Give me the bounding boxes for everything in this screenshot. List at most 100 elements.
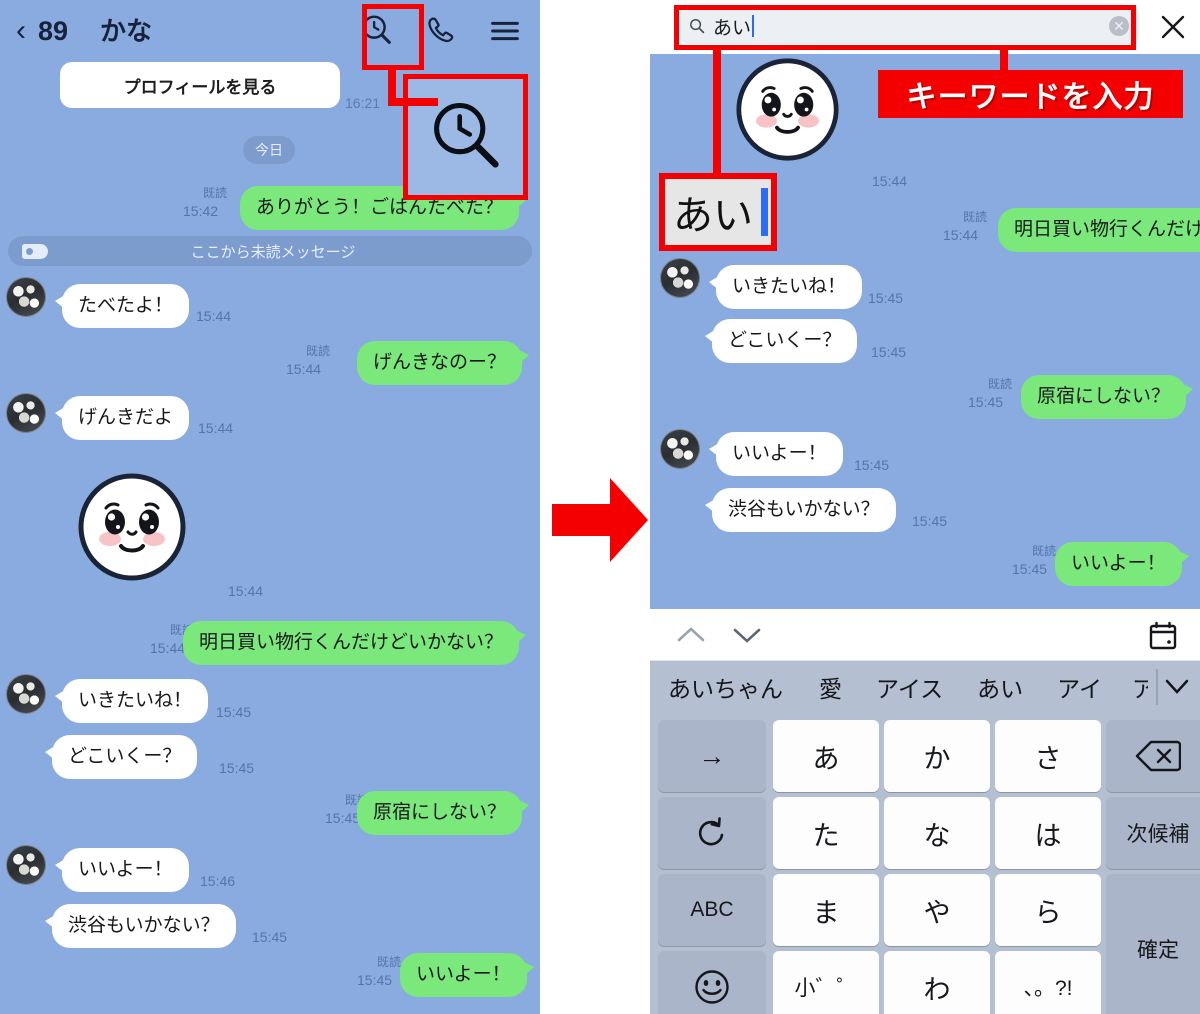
- message-bubble-incoming[interactable]: 渋谷もいかない？: [705, 488, 896, 532]
- message-timestamp: 15:45: [252, 929, 288, 945]
- message-bubble-incoming[interactable]: いきたいね！: [54, 679, 209, 723]
- abc-key[interactable]: ABC: [658, 874, 766, 946]
- message-timestamp: 15:45: [219, 760, 255, 776]
- key-ka[interactable]: か: [884, 720, 990, 792]
- profile-timestamp: 16:21: [345, 95, 381, 111]
- banner-connector: [1000, 48, 1008, 74]
- suggestion-item[interactable]: ア: [1132, 670, 1148, 704]
- right-arrow-icon: [552, 478, 648, 562]
- read-mark: 既読: [1031, 544, 1056, 558]
- back-chevron-icon[interactable]: ‹: [16, 14, 26, 48]
- undo-key[interactable]: [658, 797, 766, 869]
- message-timestamp: 15:45: [854, 457, 890, 473]
- chevron-up-icon[interactable]: [674, 623, 708, 647]
- smiling-face-sticker[interactable]: [77, 472, 187, 582]
- message-bubble-incoming[interactable]: たべたよ！: [54, 284, 190, 328]
- bookmark-tag-icon: [22, 243, 48, 259]
- message-bubble-incoming[interactable]: いいよー！: [55, 848, 189, 892]
- avatar[interactable]: [6, 674, 46, 714]
- avatar[interactable]: [660, 429, 700, 469]
- suggestion-item[interactable]: アイス: [876, 670, 943, 704]
- ime-keyboard: → あ か さ た な は 次候補 ABC ま や ら 確定 小゛゜ わ 、。?…: [650, 713, 1200, 1014]
- search-icon-zoom-callout: [403, 74, 528, 200]
- read-mark: 既読: [962, 210, 987, 224]
- message-bubble-outgoing[interactable]: 明日買い物行くんだけどいかない？: [998, 208, 1200, 252]
- next-candidate-key[interactable]: 次候補: [1106, 797, 1200, 869]
- message-timestamp: 15:45: [216, 704, 252, 720]
- message-bubble-outgoing[interactable]: 明日買い物行くんだけどいかない？: [183, 621, 527, 665]
- smiling-face-sticker[interactable]: [735, 57, 840, 162]
- unread-divider: ここから未読メッセージ: [8, 236, 532, 266]
- avatar[interactable]: [6, 845, 46, 885]
- key-a[interactable]: あ: [773, 720, 879, 792]
- key-ha[interactable]: は: [995, 797, 1101, 869]
- emoji-icon: [695, 970, 729, 1004]
- message-timestamp: 15:45: [912, 513, 948, 529]
- avatar[interactable]: [6, 393, 46, 433]
- message-bubble-outgoing[interactable]: いいよー！: [1055, 542, 1189, 586]
- read-mark: 既読: [305, 344, 330, 358]
- message-bubble-incoming[interactable]: いきたいね！: [708, 265, 863, 309]
- key-small-dakuten[interactable]: 小゛゜: [773, 951, 879, 1014]
- search-history-icon-zoomed: [433, 102, 499, 168]
- hamburger-menu-icon[interactable]: [486, 12, 524, 50]
- message-timestamp: 15:44: [943, 227, 979, 243]
- suggestion-item[interactable]: アイ: [1057, 670, 1102, 704]
- message-timestamp: 15:44: [286, 361, 322, 377]
- chevron-down-icon[interactable]: [1162, 673, 1192, 699]
- key-na[interactable]: な: [884, 797, 990, 869]
- read-mark: 既読: [202, 186, 227, 200]
- message-timestamp: 15:45: [968, 394, 1004, 410]
- avatar[interactable]: [660, 258, 700, 298]
- key-ta[interactable]: た: [773, 797, 879, 869]
- key-wa[interactable]: わ: [884, 951, 990, 1014]
- suggestion-item[interactable]: 愛: [819, 670, 842, 704]
- key-punctuation[interactable]: 、。?!: [995, 951, 1101, 1014]
- undo-icon: [698, 817, 724, 846]
- search-results-chat: 15:44 既読 15:44 明日買い物行くんだけどいかない？ いきたいね！ 1…: [650, 54, 1200, 609]
- message-bubble-outgoing[interactable]: げんきなのー？: [357, 341, 530, 385]
- message-bubble-outgoing[interactable]: いいよー！: [400, 953, 534, 997]
- message-bubble-incoming[interactable]: どこいくー？: [44, 735, 198, 779]
- phone-icon[interactable]: [422, 12, 460, 50]
- calendar-icon[interactable]: [1148, 621, 1178, 651]
- keyword-annotation-banner: キーワードを入力: [878, 70, 1183, 118]
- key-sa[interactable]: さ: [995, 720, 1101, 792]
- message-bubble-incoming[interactable]: げんきだよ: [54, 396, 190, 440]
- view-profile-button[interactable]: プロフィールを見る: [60, 62, 340, 108]
- key-ya[interactable]: や: [884, 874, 990, 946]
- message-bubble-outgoing[interactable]: 原宿にしない？: [357, 791, 530, 835]
- search-field-highlight-box: [674, 5, 1136, 50]
- backspace-icon: [1135, 740, 1181, 772]
- unread-divider-label: ここから未読メッセージ: [190, 243, 356, 261]
- message-timestamp: 15:44: [196, 308, 232, 324]
- confirm-key[interactable]: 確定: [1106, 874, 1200, 1014]
- arrow-right-key[interactable]: →: [658, 720, 766, 792]
- close-icon[interactable]: [1160, 14, 1186, 40]
- suggestion-item[interactable]: あい: [977, 670, 1023, 704]
- chevron-down-icon[interactable]: [730, 623, 764, 647]
- date-pill: 今日: [243, 136, 295, 164]
- suggestion-item[interactable]: あいちゃん: [668, 670, 783, 704]
- message-bubble-incoming[interactable]: どこいくー？: [704, 319, 858, 363]
- read-mark: 既読: [987, 377, 1012, 391]
- contact-name: かな: [100, 16, 153, 46]
- chat-header: ‹ 89 かな: [0, 0, 540, 62]
- backspace-key[interactable]: [1106, 720, 1200, 792]
- screenshot-stage: あい あい ‹ 89 かな プロフィールを見る 16:21 今日: [0, 0, 1200, 1014]
- message-bubble-outgoing[interactable]: 原宿にしない？: [1021, 375, 1194, 419]
- callout-connector: [388, 98, 438, 106]
- search-text-zoom-callout: あい: [659, 173, 777, 251]
- message-bubble-incoming[interactable]: いいよー！: [709, 432, 843, 476]
- avatar[interactable]: [6, 277, 46, 317]
- ime-suggestion-bar: あいちゃん 愛 アイス あい アイ ア: [650, 661, 1200, 713]
- read-mark: 既読: [376, 955, 401, 969]
- key-ma[interactable]: ま: [773, 874, 879, 946]
- emoji-key[interactable]: [658, 951, 766, 1014]
- key-ra[interactable]: ら: [995, 874, 1101, 946]
- message-bubble-incoming[interactable]: 渋谷もいかない？: [45, 904, 236, 948]
- message-timestamp: 15:46: [200, 873, 236, 889]
- search-nav-row: [650, 609, 1200, 661]
- right-phone-screen: あい ✕ 15:44 既読 15:44 明日買い物行くんだけ いきたいね！ 15…: [650, 0, 1200, 1014]
- search-icon-highlight-box: [362, 4, 424, 70]
